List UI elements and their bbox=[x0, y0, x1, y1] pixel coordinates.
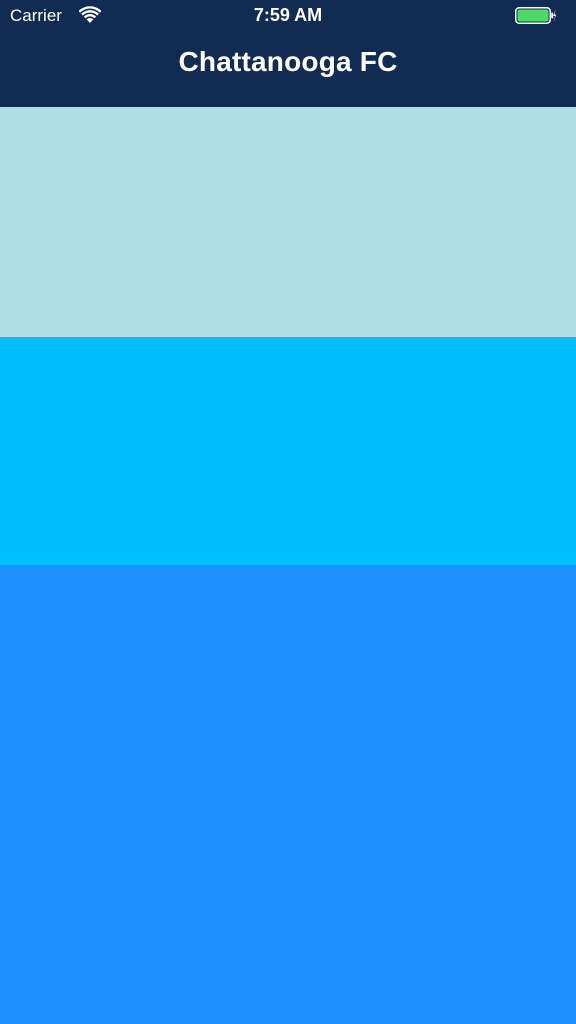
color-panel-sky-blue bbox=[0, 337, 576, 565]
page-title: Chattanooga FC bbox=[178, 46, 398, 77]
status-time: 7:59 AM bbox=[253, 5, 323, 25]
battery-charging-icon bbox=[515, 7, 556, 24]
status-bar: Carrier 7:59 AM bbox=[0, 0, 576, 32]
color-panel-light-blue bbox=[0, 107, 576, 337]
color-panel-dodger-blue bbox=[0, 565, 576, 1024]
navigation-header: Carrier 7:59 AM Chattanooga FC bbox=[0, 0, 576, 107]
